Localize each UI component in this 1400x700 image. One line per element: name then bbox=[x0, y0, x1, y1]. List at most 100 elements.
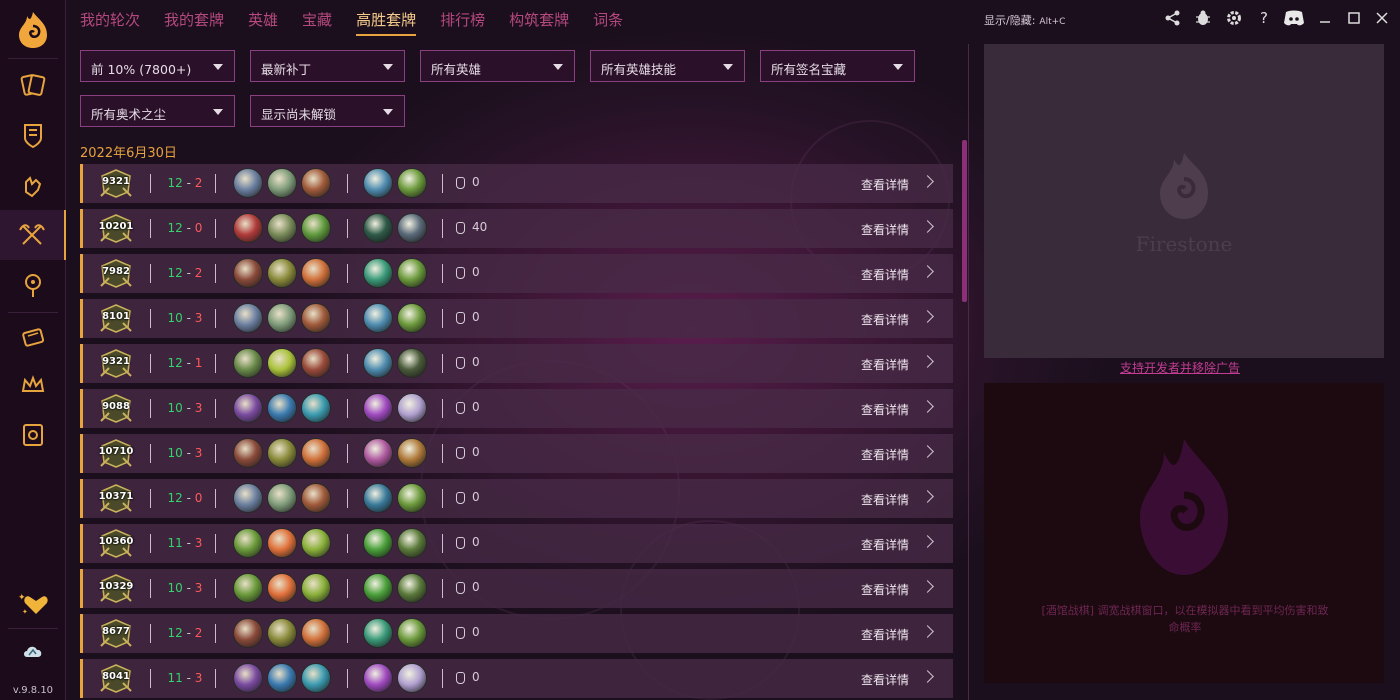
treasure-icon[interactable] bbox=[397, 528, 427, 558]
treasure-icon[interactable] bbox=[397, 618, 427, 648]
filter-patch-dropdown[interactable]: 最新补丁 bbox=[250, 50, 405, 82]
treasure-icon[interactable] bbox=[397, 303, 427, 333]
hero-portrait-icon[interactable] bbox=[267, 438, 297, 468]
hero-portrait-icon[interactable] bbox=[301, 663, 331, 693]
sidebar-item-duels[interactable] bbox=[0, 360, 66, 410]
chevron-right-icon[interactable] bbox=[921, 625, 934, 638]
treasure-icon[interactable] bbox=[363, 528, 393, 558]
hero-portrait-icon[interactable] bbox=[233, 438, 263, 468]
hero-portrait-icon[interactable] bbox=[301, 618, 331, 648]
hero-portrait-icon[interactable] bbox=[267, 168, 297, 198]
share-button[interactable] bbox=[1161, 6, 1185, 30]
tab-constructed-decks[interactable]: 构筑套牌 bbox=[509, 0, 569, 36]
treasure-icon[interactable] bbox=[363, 438, 393, 468]
treasure-icon[interactable] bbox=[363, 483, 393, 513]
treasure-icon[interactable] bbox=[397, 393, 427, 423]
view-details-button[interactable]: 查看详情 bbox=[861, 356, 909, 373]
hero-portrait-icon[interactable] bbox=[267, 258, 297, 288]
deck-row[interactable]: 8101 10 - 3 0 查看详情 bbox=[80, 299, 953, 338]
hero-portrait-icon[interactable] bbox=[233, 303, 263, 333]
hero-portrait-icon[interactable] bbox=[301, 258, 331, 288]
deck-row[interactable]: 10360 11 - 3 0 查看详情 bbox=[80, 524, 953, 563]
treasure-icon[interactable] bbox=[397, 483, 427, 513]
treasure-icon[interactable] bbox=[397, 573, 427, 603]
discord-button[interactable] bbox=[1282, 6, 1306, 30]
hero-portrait-icon[interactable] bbox=[267, 573, 297, 603]
treasure-icon[interactable] bbox=[397, 348, 427, 378]
chevron-right-icon[interactable] bbox=[921, 670, 934, 683]
treasure-icon[interactable] bbox=[363, 663, 393, 693]
view-details-button[interactable]: 查看详情 bbox=[861, 671, 909, 688]
view-details-button[interactable]: 查看详情 bbox=[861, 221, 909, 238]
help-button[interactable]: ? bbox=[1252, 6, 1276, 30]
sidebar-item-support[interactable]: ✦ ✦ bbox=[0, 578, 66, 628]
tab-my-decks[interactable]: 我的套牌 bbox=[164, 0, 224, 36]
deck-row[interactable]: 9088 10 - 3 0 查看详情 bbox=[80, 389, 953, 428]
treasure-icon[interactable] bbox=[363, 573, 393, 603]
hero-portrait-icon[interactable] bbox=[301, 213, 331, 243]
tab-high-win-decks[interactable]: 高胜套牌 bbox=[356, 0, 417, 36]
treasure-icon[interactable] bbox=[363, 213, 393, 243]
treasure-icon[interactable] bbox=[397, 663, 427, 693]
hero-portrait-icon[interactable] bbox=[301, 483, 331, 513]
hero-portrait-icon[interactable] bbox=[233, 258, 263, 288]
view-details-button[interactable]: 查看详情 bbox=[861, 266, 909, 283]
chevron-right-icon[interactable] bbox=[921, 310, 934, 323]
hero-portrait-icon[interactable] bbox=[267, 618, 297, 648]
hero-portrait-icon[interactable] bbox=[267, 348, 297, 378]
hero-portrait-icon[interactable] bbox=[267, 303, 297, 333]
hero-portrait-icon[interactable] bbox=[301, 393, 331, 423]
filter-hero-dropdown[interactable]: 所有英雄 bbox=[420, 50, 575, 82]
hero-portrait-icon[interactable] bbox=[233, 393, 263, 423]
filter-unlock-dropdown[interactable]: 显示尚未解锁 bbox=[250, 95, 405, 127]
filter-signature-treasure-dropdown[interactable]: 所有签名宝藏 bbox=[760, 50, 915, 82]
hero-portrait-icon[interactable] bbox=[267, 528, 297, 558]
chevron-right-icon[interactable] bbox=[921, 490, 934, 503]
sidebar-item-battlegrounds[interactable] bbox=[0, 210, 66, 260]
sidebar-item-collection[interactable] bbox=[0, 60, 66, 110]
view-details-button[interactable]: 查看详情 bbox=[861, 176, 909, 193]
deck-row[interactable]: 9321 12 - 1 0 查看详情 bbox=[80, 344, 953, 383]
support-developer-link[interactable]: 支持开发者并移除广告 bbox=[1120, 359, 1240, 376]
hero-portrait-icon[interactable] bbox=[233, 663, 263, 693]
view-details-button[interactable]: 查看详情 bbox=[861, 446, 909, 463]
bug-report-button[interactable] bbox=[1191, 6, 1215, 30]
filter-dust-dropdown[interactable]: 所有奥术之尘 bbox=[80, 95, 235, 127]
hero-portrait-icon[interactable] bbox=[301, 168, 331, 198]
view-details-button[interactable]: 查看详情 bbox=[861, 311, 909, 328]
chevron-right-icon[interactable] bbox=[921, 445, 934, 458]
treasure-icon[interactable] bbox=[363, 618, 393, 648]
hero-portrait-icon[interactable] bbox=[301, 438, 331, 468]
hero-portrait-icon[interactable] bbox=[233, 168, 263, 198]
deck-row[interactable]: 10329 10 - 3 0 查看详情 bbox=[80, 569, 953, 608]
treasure-icon[interactable] bbox=[363, 303, 393, 333]
deck-row[interactable]: 7982 12 - 2 0 查看详情 bbox=[80, 254, 953, 293]
view-details-button[interactable]: 查看详情 bbox=[861, 491, 909, 508]
hero-portrait-icon[interactable] bbox=[233, 618, 263, 648]
deck-row[interactable]: 10371 12 - 0 0 查看详情 bbox=[80, 479, 953, 518]
hero-portrait-icon[interactable] bbox=[267, 213, 297, 243]
sidebar-item-mercenaries[interactable] bbox=[0, 260, 66, 310]
ad-panel[interactable]: Firestone bbox=[984, 44, 1384, 358]
hero-portrait-icon[interactable] bbox=[233, 213, 263, 243]
hero-portrait-icon[interactable] bbox=[301, 528, 331, 558]
chevron-right-icon[interactable] bbox=[921, 265, 934, 278]
chevron-right-icon[interactable] bbox=[921, 400, 934, 413]
hero-portrait-icon[interactable] bbox=[233, 348, 263, 378]
treasure-icon[interactable] bbox=[363, 258, 393, 288]
deck-row[interactable]: 9321 12 - 2 0 查看详情 bbox=[80, 164, 953, 203]
tab-my-runs[interactable]: 我的轮次 bbox=[80, 0, 140, 36]
tab-heroes[interactable]: 英雄 bbox=[248, 0, 278, 36]
sidebar-item-replays[interactable] bbox=[0, 160, 66, 210]
treasure-icon[interactable] bbox=[363, 168, 393, 198]
treasure-icon[interactable] bbox=[363, 348, 393, 378]
minimize-button[interactable] bbox=[1313, 6, 1337, 30]
maximize-button[interactable] bbox=[1342, 6, 1366, 30]
chevron-right-icon[interactable] bbox=[921, 355, 934, 368]
view-details-button[interactable]: 查看详情 bbox=[861, 536, 909, 553]
hero-portrait-icon[interactable] bbox=[267, 393, 297, 423]
scrollbar[interactable] bbox=[962, 140, 967, 302]
chevron-right-icon[interactable] bbox=[921, 580, 934, 593]
treasure-icon[interactable] bbox=[397, 438, 427, 468]
filter-rank-dropdown[interactable]: 前 10% (7800+) bbox=[80, 50, 235, 82]
